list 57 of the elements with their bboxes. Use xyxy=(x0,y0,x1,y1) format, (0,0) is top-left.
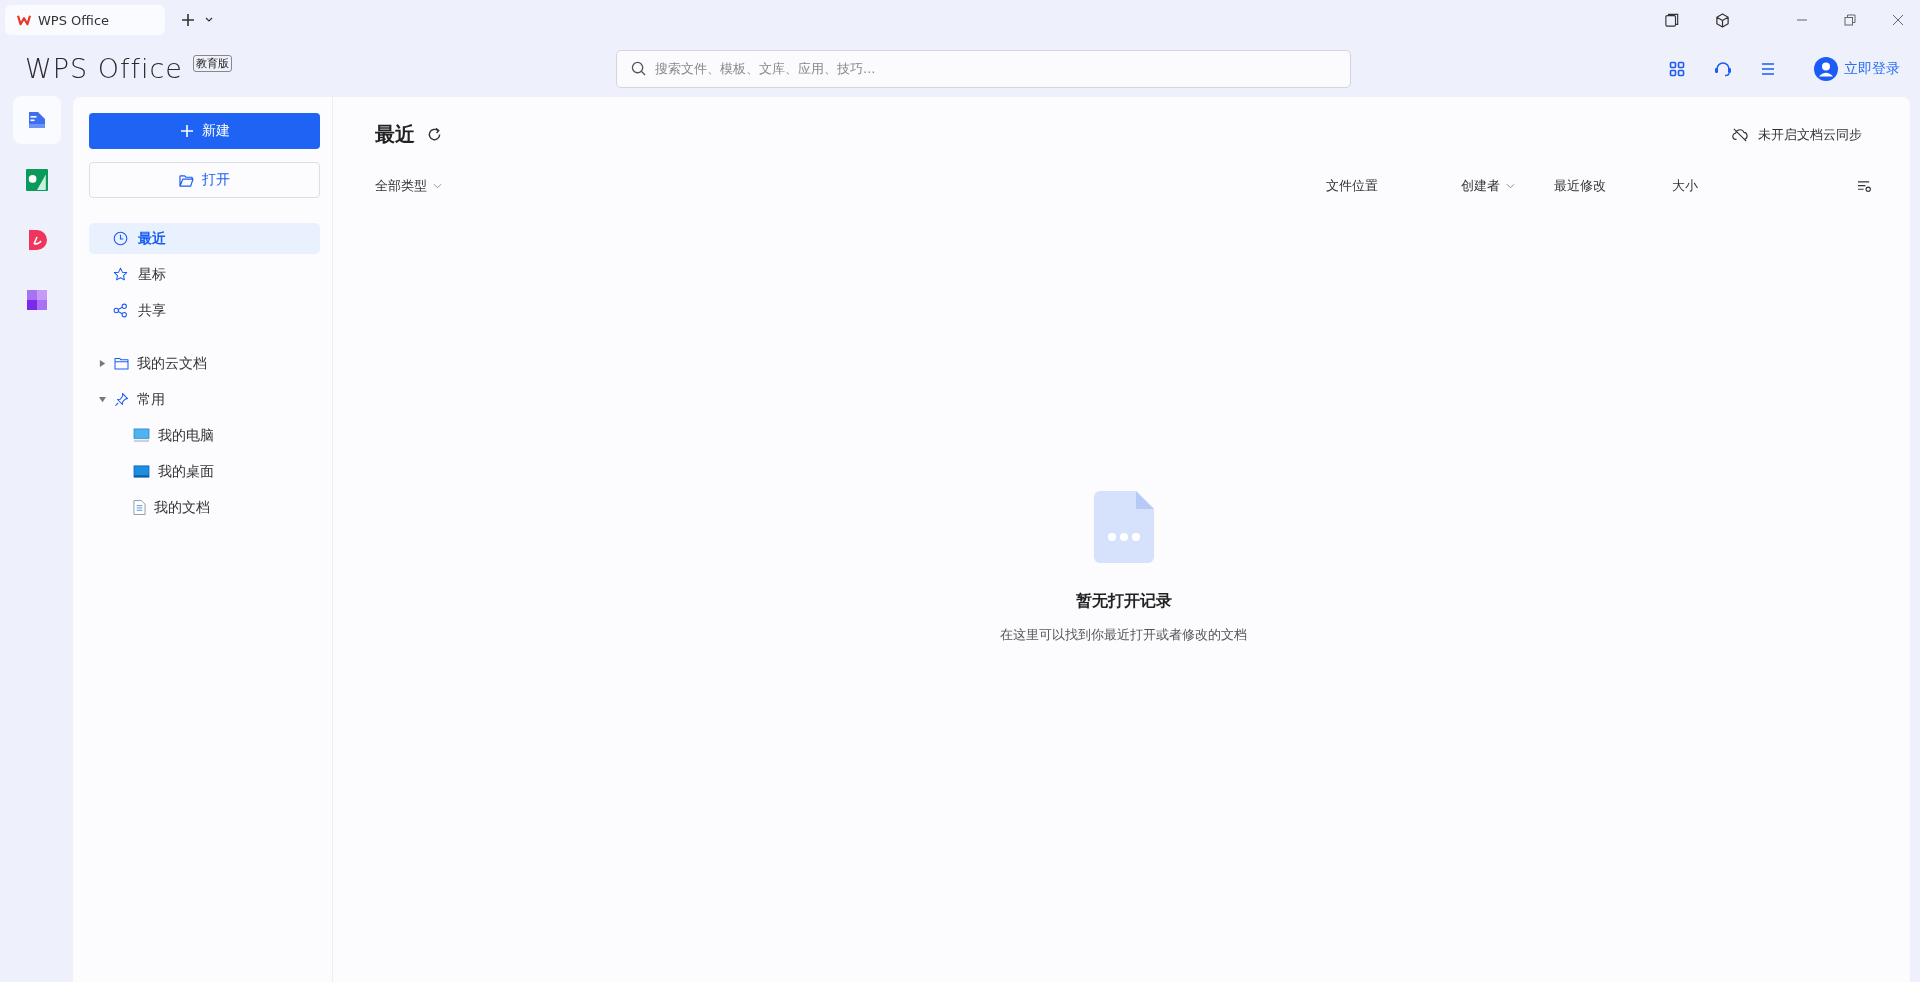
tree-item[interactable]: 我的文档 xyxy=(89,492,320,523)
nav-item[interactable]: 最近 xyxy=(89,223,320,254)
empty-title: 暂无打开记录 xyxy=(1075,591,1172,612)
column-header[interactable]: 创建者 xyxy=(1461,177,1554,195)
nav-item[interactable]: 共享 xyxy=(89,295,320,326)
grid-icon[interactable] xyxy=(1669,60,1685,77)
app-tab[interactable]: WPS Office xyxy=(5,5,165,35)
search-icon xyxy=(631,60,646,76)
login-link[interactable]: 立即登录 xyxy=(1844,59,1900,78)
chevron-down-icon xyxy=(1506,183,1515,189)
tree-item[interactable]: 我的桌面 xyxy=(89,456,320,487)
chevron-down-icon xyxy=(433,183,442,189)
monitor-icon xyxy=(133,428,150,443)
windows-icon[interactable] xyxy=(1665,13,1679,27)
pin-icon xyxy=(114,392,129,407)
open-button[interactable]: 打开 xyxy=(89,162,320,198)
cube-icon[interactable] xyxy=(1715,12,1730,28)
avatar-icon[interactable] xyxy=(1814,56,1838,81)
chevron-down-icon[interactable] xyxy=(205,17,213,23)
wps-logo-icon xyxy=(17,14,31,26)
folder-icon xyxy=(114,357,129,370)
share-icon xyxy=(113,303,128,318)
new-button[interactable]: 新建 xyxy=(89,113,320,149)
restore-icon[interactable] xyxy=(1844,14,1856,26)
clock-icon xyxy=(113,231,128,246)
type-filter-dropdown[interactable]: 全部类型 xyxy=(375,177,442,195)
empty-file-icon xyxy=(1093,491,1154,563)
screen-icon xyxy=(133,464,150,479)
tree-item[interactable]: 我的电脑 xyxy=(89,420,320,451)
cloud-off-icon xyxy=(1732,127,1748,142)
document-icon xyxy=(133,500,146,515)
plus-icon[interactable] xyxy=(181,13,195,27)
folder-icon xyxy=(179,173,194,187)
squares-app-icon xyxy=(26,290,47,310)
star-icon xyxy=(113,267,128,282)
tree-item[interactable]: 我的云文档 xyxy=(89,348,320,379)
column-header[interactable]: 最近修改 xyxy=(1554,177,1672,195)
headset-icon[interactable] xyxy=(1714,60,1732,77)
close-icon[interactable] xyxy=(1892,14,1904,26)
sync-status[interactable]: 未开启文档云同步 xyxy=(1758,125,1862,144)
writer-app-button[interactable] xyxy=(12,96,61,144)
page-title: 最近 xyxy=(375,121,415,148)
spreadsheet-app-icon xyxy=(25,169,48,191)
column-header[interactable]: 文件位置 xyxy=(1326,177,1461,195)
document-app-icon xyxy=(26,110,47,130)
refresh-icon[interactable] xyxy=(427,127,442,142)
pdf-app-icon xyxy=(26,230,47,250)
search-field[interactable]: 搜索文件、模板、文库、应用、技巧... xyxy=(616,49,1351,88)
empty-hint: 在这里可以找到你最近打开或者修改的文档 xyxy=(1000,626,1247,644)
app-logo: WPS Office xyxy=(25,53,183,84)
menu-icon[interactable] xyxy=(1761,61,1775,76)
nav-item[interactable]: 星标 xyxy=(89,259,320,290)
column-settings-icon[interactable] xyxy=(1857,179,1872,193)
plus-icon xyxy=(179,124,194,138)
edition-badge: 教育版 xyxy=(192,55,232,72)
tree-item[interactable]: 常用 xyxy=(89,384,320,415)
column-header[interactable]: 大小 xyxy=(1672,177,1857,195)
